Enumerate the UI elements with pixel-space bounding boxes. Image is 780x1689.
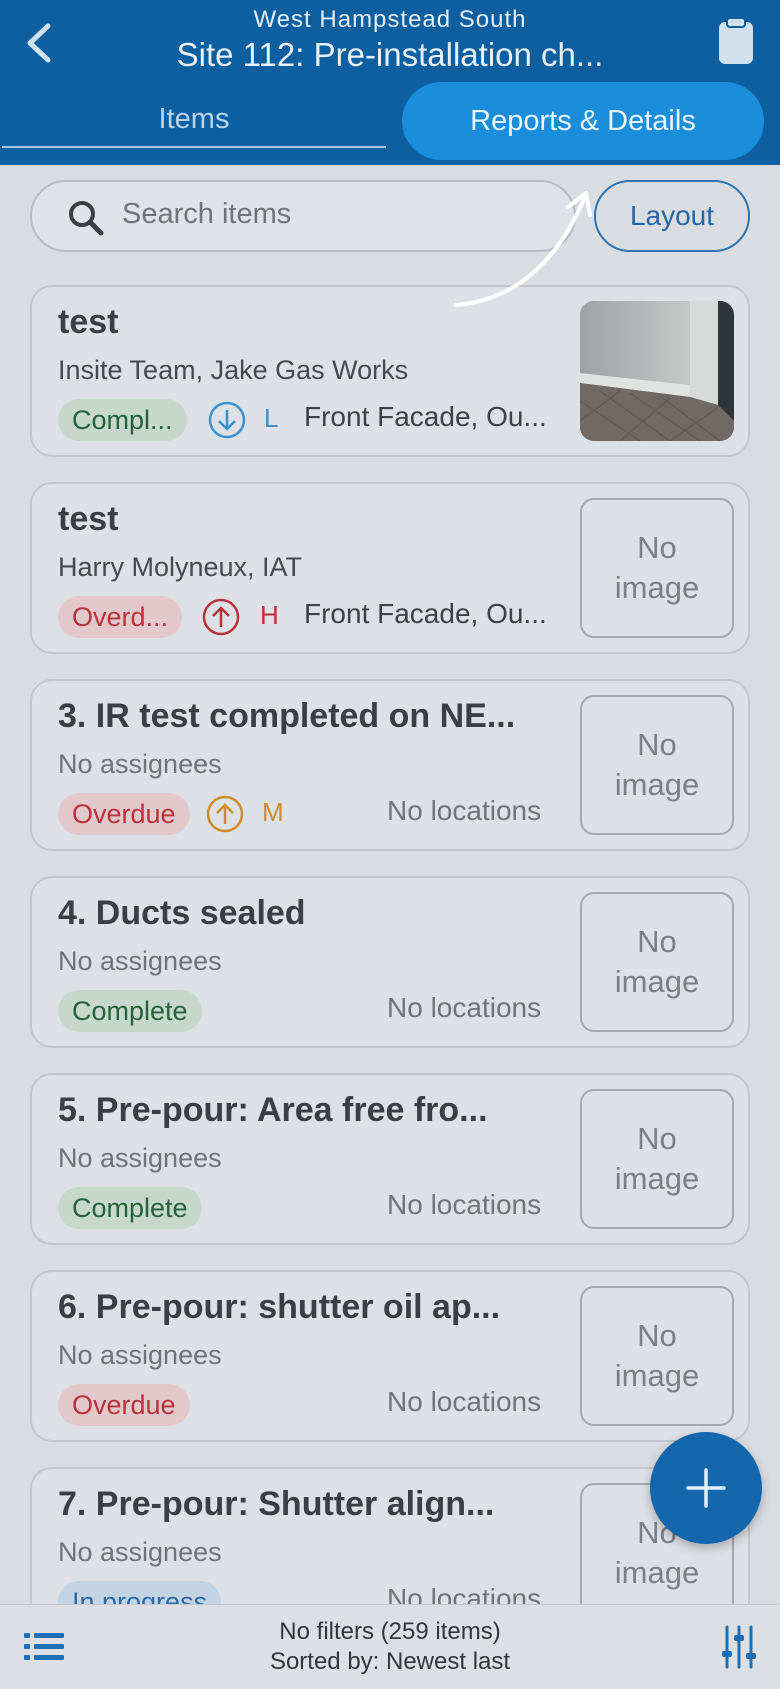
add-item-button[interactable]: [650, 1432, 762, 1544]
sort-status: Sorted by: Newest last: [269, 1648, 511, 1675]
item-assignees: No assignees: [58, 1143, 222, 1173]
arrow-up-circle-icon: [202, 598, 240, 636]
item-assignees: Insite Team, Jake Gas Works: [58, 355, 409, 385]
list-item[interactable]: test Harry Molyneux, IAT Overd... H Fron…: [30, 482, 750, 654]
no-image-placeholder: No image: [580, 498, 734, 638]
priority-label: M: [262, 797, 284, 827]
status-badge: Overdue: [58, 793, 190, 835]
item-location: No locations: [387, 795, 542, 826]
status-badge: Complete: [58, 1187, 202, 1229]
item-assignees: No assignees: [58, 1537, 222, 1567]
filter-summary[interactable]: No filters (259 items) Sorted by: Newest…: [160, 1617, 620, 1677]
no-image-placeholder: No image: [580, 1089, 734, 1229]
bottom-bar: No filters (259 items) Sorted by: Newest…: [0, 1604, 780, 1689]
item-assignees: No assignees: [58, 946, 222, 976]
tab-items[interactable]: Items: [2, 92, 386, 148]
priority-label: H: [260, 600, 279, 630]
tutorial-arrow-icon: [454, 191, 592, 307]
list-item[interactable]: 6. Pre-pour: shutter oil ap... No assign…: [30, 1270, 750, 1442]
no-image-placeholder: No image: [580, 1286, 734, 1426]
list-icon: [24, 1633, 64, 1660]
status-badge: Overdue: [58, 1384, 190, 1426]
site-subtitle: West Hampstead South: [253, 6, 527, 33]
item-title: 7. Pre-pour: Shutter align...: [58, 1485, 495, 1523]
status-badge: Complete: [58, 990, 202, 1032]
item-location: No locations: [387, 992, 542, 1023]
item-title: test: [58, 500, 119, 538]
page-title: Site 112: Pre-installation ch...: [176, 36, 604, 73]
item-location: No locations: [387, 1189, 542, 1220]
list-item[interactable]: 4. Ducts sealed No assignees Complete No…: [30, 876, 750, 1048]
no-image-placeholder: No image: [580, 892, 734, 1032]
item-assignees: Harry Molyneux, IAT: [58, 552, 303, 582]
item-title: 6. Pre-pour: shutter oil ap...: [58, 1288, 501, 1326]
item-assignees: No assignees: [58, 749, 222, 779]
item-title: 3. IR test completed on NE...: [58, 697, 516, 735]
header: West Hampstead South Site 112: Pre-insta…: [0, 0, 780, 165]
sliders-icon: [722, 1625, 756, 1669]
status-badge: Compl...: [58, 399, 187, 441]
item-location: Front Facade, Ou...: [304, 598, 547, 629]
floor-photo-image: [580, 301, 734, 441]
arrow-down-circle-icon: [208, 401, 246, 439]
item-assignees: No assignees: [58, 1340, 222, 1370]
clipboard-button[interactable]: [716, 16, 756, 66]
list-view-button[interactable]: [22, 1627, 66, 1667]
filter-status: No filters (259 items): [279, 1618, 501, 1645]
filter-button[interactable]: [722, 1623, 756, 1671]
plus-icon: [686, 1468, 726, 1508]
clipboard-icon: [719, 17, 753, 64]
search-icon: [69, 201, 104, 236]
item-title: 4. Ducts sealed: [58, 894, 306, 932]
arrow-up-circle-icon: [206, 795, 244, 833]
list-item[interactable]: 3. IR test completed on NE... No assigne…: [30, 679, 750, 851]
layout-button[interactable]: Layout: [594, 180, 750, 252]
priority-label: L: [264, 403, 279, 433]
list-item[interactable]: test Insite Team, Jake Gas Works Compl..…: [30, 285, 750, 457]
tab-reports-details[interactable]: Reports & Details: [402, 82, 764, 160]
search-placeholder: Search items: [122, 198, 292, 230]
item-thumbnail[interactable]: [580, 301, 734, 441]
list-item[interactable]: 5. Pre-pour: Area free fro... No assigne…: [30, 1073, 750, 1245]
status-badge: Overd...: [58, 596, 183, 638]
item-title: 5. Pre-pour: Area free fro...: [58, 1091, 488, 1129]
no-image-placeholder: No image: [580, 695, 734, 835]
item-location: Front Facade, Ou...: [304, 401, 547, 432]
back-button[interactable]: [18, 18, 62, 68]
chevron-left-icon: [27, 23, 51, 63]
item-location: No locations: [387, 1386, 542, 1417]
